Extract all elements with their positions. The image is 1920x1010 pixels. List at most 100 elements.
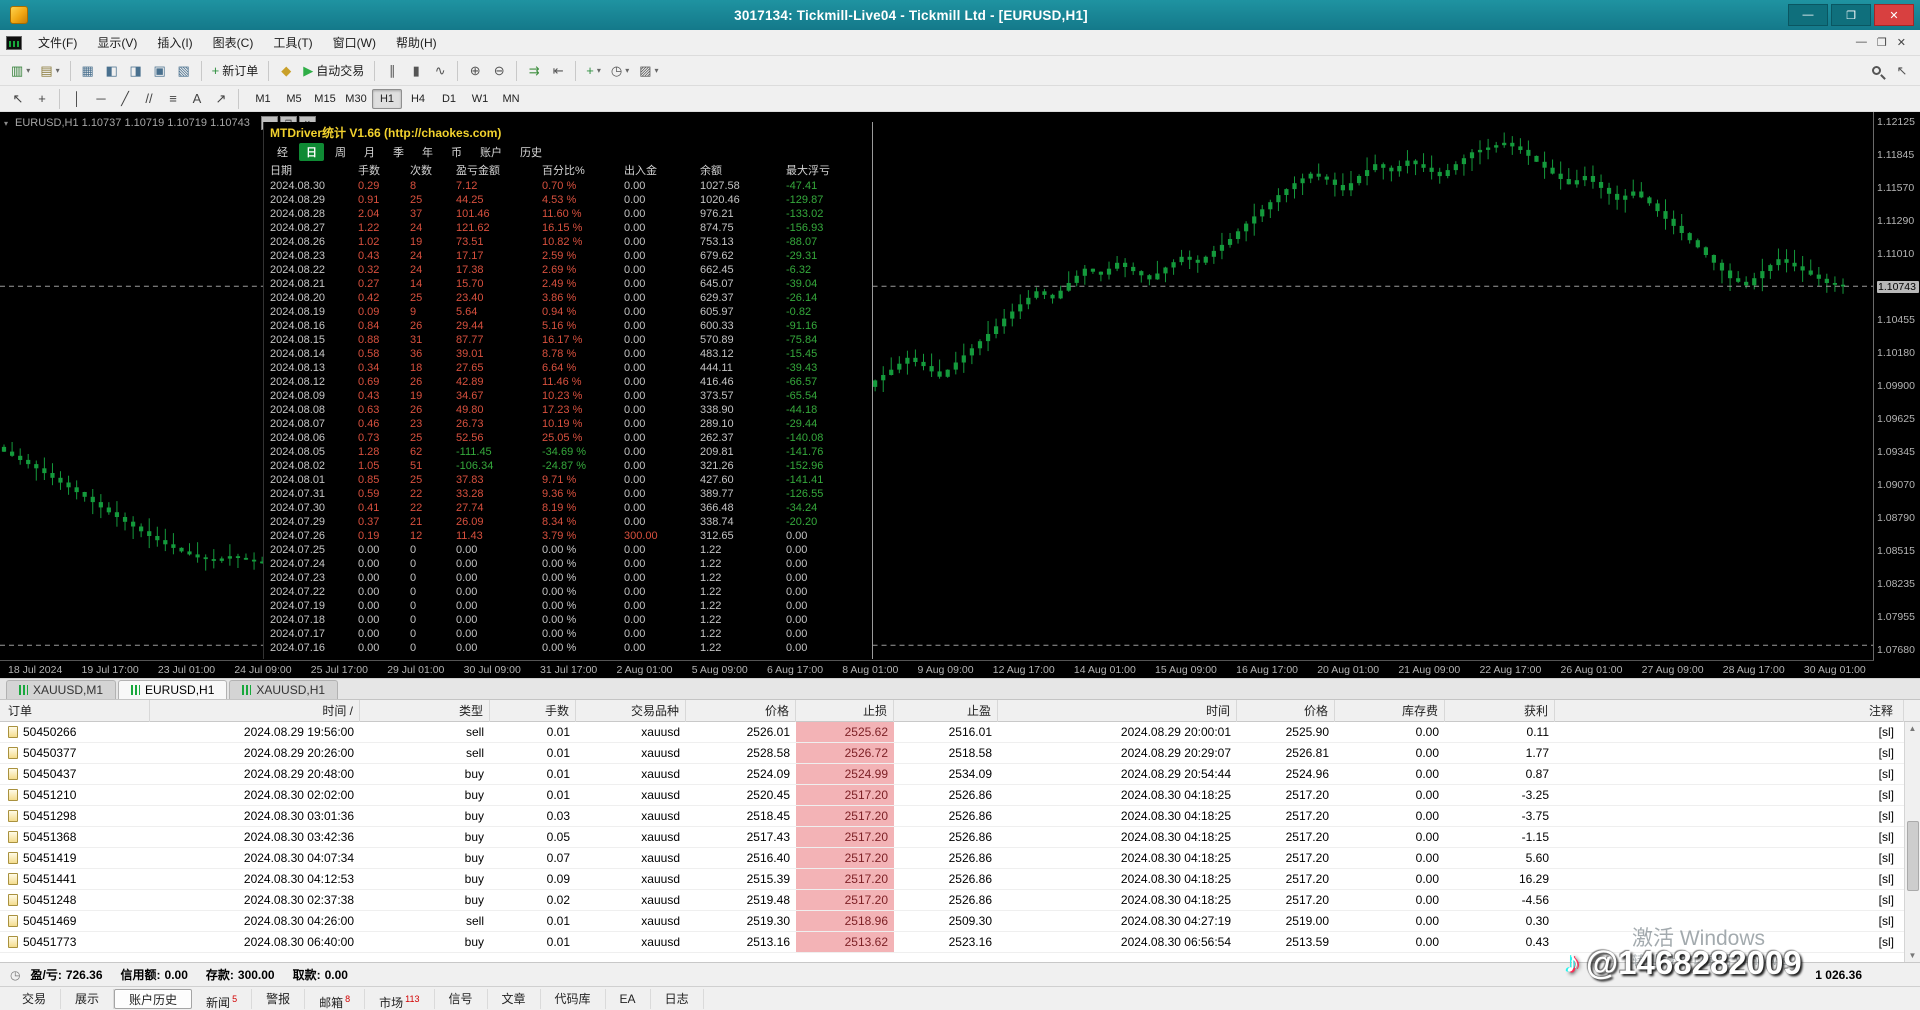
- timeframe-h1-button[interactable]: H1: [372, 89, 402, 109]
- stats-tab-2[interactable]: 周: [328, 143, 353, 161]
- menu-item-1[interactable]: 显示(V): [87, 32, 147, 54]
- chart-restore-button[interactable]: ❐: [1877, 36, 1887, 49]
- terminal-column-12[interactable]: 注释: [1555, 700, 1904, 722]
- stats-tab-1[interactable]: 日: [299, 143, 324, 161]
- vertical-line-button[interactable]: │: [65, 87, 89, 111]
- zoom-in-button[interactable]: ⊕: [463, 59, 487, 83]
- table-row[interactable]: 504502662024.08.29 19:56:00sell0.01xauus…: [0, 722, 1904, 743]
- menu-item-6[interactable]: 帮助(H): [386, 32, 447, 54]
- channel-button[interactable]: //: [137, 87, 161, 111]
- candle-mode-button[interactable]: ▮: [404, 59, 428, 83]
- menu-item-4[interactable]: 工具(T): [263, 32, 322, 54]
- stats-tab-5[interactable]: 年: [415, 143, 440, 161]
- maximize-button[interactable]: ❐: [1831, 4, 1871, 26]
- terminal-column-11[interactable]: 获利: [1445, 700, 1555, 722]
- table-row[interactable]: 504514412024.08.30 04:12:53buy0.09xauusd…: [0, 869, 1904, 890]
- chart-menu-icon[interactable]: ▾: [4, 119, 8, 128]
- indicators-button[interactable]: +▾: [581, 59, 606, 83]
- chart-tab-0[interactable]: XAUUSD,M1: [6, 680, 116, 699]
- terminal-tab-7[interactable]: 信号: [435, 989, 488, 1009]
- terminal-tab-8[interactable]: 文章: [488, 989, 541, 1009]
- table-row[interactable]: 504513682024.08.30 03:42:36buy0.05xauusd…: [0, 827, 1904, 848]
- timeframe-d1-button[interactable]: D1: [434, 89, 464, 109]
- table-row[interactable]: 504514192024.08.30 04:07:34buy0.07xauusd…: [0, 848, 1904, 869]
- terminal-column-4[interactable]: 交易品种: [576, 700, 686, 722]
- terminal-button[interactable]: ▣: [148, 59, 172, 83]
- crosshair-button[interactable]: +: [30, 87, 54, 111]
- timeframe-mn-button[interactable]: MN: [496, 89, 526, 109]
- close-button[interactable]: ✕: [1874, 4, 1914, 26]
- horizontal-line-button[interactable]: ─: [89, 87, 113, 111]
- stats-tab-3[interactable]: 月: [357, 143, 382, 161]
- chart-tab-2[interactable]: XAUUSD,H1: [229, 680, 338, 699]
- terminal-tab-3[interactable]: 新闻5: [192, 989, 252, 1009]
- new-order-button[interactable]: +新订单: [207, 59, 264, 83]
- terminal-tab-6[interactable]: 市场113: [365, 989, 434, 1009]
- chart-minimize-button[interactable]: —: [1856, 36, 1867, 49]
- menu-item-2[interactable]: 插入(I): [147, 32, 202, 54]
- terminal-column-9[interactable]: 价格: [1237, 700, 1335, 722]
- scroll-down-icon[interactable]: ▼: [1909, 951, 1917, 960]
- terminal-column-5[interactable]: 价格: [686, 700, 796, 722]
- stats-tab-0[interactable]: 经: [270, 143, 295, 161]
- table-row[interactable]: 504503772024.08.29 20:26:00sell0.01xauus…: [0, 743, 1904, 764]
- table-row[interactable]: 504512482024.08.30 02:37:38buy0.02xauusd…: [0, 890, 1904, 911]
- text-button[interactable]: A: [185, 87, 209, 111]
- table-row[interactable]: 504514692024.08.30 04:26:00sell0.01xauus…: [0, 911, 1904, 932]
- bar-chart-mode-button[interactable]: ∥: [380, 59, 404, 83]
- stats-tab-8[interactable]: 历史: [513, 143, 549, 161]
- trendline-button[interactable]: ╱: [113, 87, 137, 111]
- scrollbar-thumb[interactable]: [1907, 821, 1919, 891]
- line-mode-button[interactable]: ∿: [428, 59, 452, 83]
- terminal-column-1[interactable]: 时间 /: [150, 700, 360, 722]
- terminal-column-8[interactable]: 时间: [998, 700, 1237, 722]
- terminal-column-7[interactable]: 止盈: [894, 700, 998, 722]
- chart-system-icon[interactable]: [6, 36, 22, 50]
- metaeditor-button[interactable]: ◆: [274, 59, 298, 83]
- timeframe-h4-button[interactable]: H4: [403, 89, 433, 109]
- timeframe-w1-button[interactable]: W1: [465, 89, 495, 109]
- auto-scroll-button[interactable]: ⇉: [522, 59, 546, 83]
- autotrading-button[interactable]: ▶自动交易: [298, 59, 369, 83]
- terminal-tab-1[interactable]: 展示: [61, 989, 114, 1009]
- terminal-tab-5[interactable]: 邮箱8: [305, 989, 365, 1009]
- navigator-button[interactable]: ◨: [124, 59, 148, 83]
- terminal-column-3[interactable]: 手数: [490, 700, 576, 722]
- terminal-tab-11[interactable]: 日志: [651, 989, 704, 1009]
- arrows-button[interactable]: ↗: [209, 87, 233, 111]
- stats-tab-6[interactable]: 币: [444, 143, 469, 161]
- data-window-button[interactable]: ◧: [100, 59, 124, 83]
- terminal-scrollbar[interactable]: ▲ ▼: [1904, 722, 1920, 962]
- timeframe-m5-button[interactable]: M5: [279, 89, 309, 109]
- terminal-tab-10[interactable]: EA: [606, 989, 651, 1009]
- minimize-button[interactable]: —: [1788, 4, 1828, 26]
- terminal-tab-2[interactable]: 账户历史: [114, 989, 192, 1009]
- cursor-button[interactable]: ↖: [6, 87, 30, 111]
- terminal-column-0[interactable]: 订单: [0, 700, 150, 722]
- search-button[interactable]: [1866, 59, 1890, 83]
- stats-tab-7[interactable]: 账户: [473, 143, 509, 161]
- timeframe-m1-button[interactable]: M1: [248, 89, 278, 109]
- table-row[interactable]: 504512102024.08.30 02:02:00buy0.01xauusd…: [0, 785, 1904, 806]
- profiles-button[interactable]: ▤▾: [35, 59, 64, 83]
- periods-button[interactable]: ◷▾: [606, 59, 634, 83]
- chart-shift-button[interactable]: ⇤: [546, 59, 570, 83]
- strategy-tester-button[interactable]: ▧: [172, 59, 196, 83]
- zoom-out-button[interactable]: ⊖: [487, 59, 511, 83]
- table-row[interactable]: 504512982024.08.30 03:01:36buy0.03xauusd…: [0, 806, 1904, 827]
- new-chart-button[interactable]: ▥▾: [6, 59, 35, 83]
- chart-plot[interactable]: ▾ EURUSD,H1 1.10737 1.10719 1.10719 1.10…: [0, 112, 1874, 660]
- fibonacci-button[interactable]: ≡: [161, 87, 185, 111]
- terminal-tab-9[interactable]: 代码库: [541, 989, 606, 1009]
- table-row[interactable]: 504517732024.08.30 06:40:00buy0.01xauusd…: [0, 932, 1904, 953]
- timeframe-m15-button[interactable]: M15: [310, 89, 340, 109]
- chart-tab-1[interactable]: EURUSD,H1: [118, 680, 227, 699]
- chart-close-button[interactable]: ✕: [1897, 36, 1906, 49]
- stats-tab-4[interactable]: 季: [386, 143, 411, 161]
- terminal-column-2[interactable]: 类型: [360, 700, 490, 722]
- scroll-up-icon[interactable]: ▲: [1909, 724, 1917, 733]
- market-watch-button[interactable]: ▦: [76, 59, 100, 83]
- menu-item-5[interactable]: 窗口(W): [323, 32, 386, 54]
- menu-item-0[interactable]: 文件(F): [28, 32, 87, 54]
- menu-item-3[interactable]: 图表(C): [203, 32, 264, 54]
